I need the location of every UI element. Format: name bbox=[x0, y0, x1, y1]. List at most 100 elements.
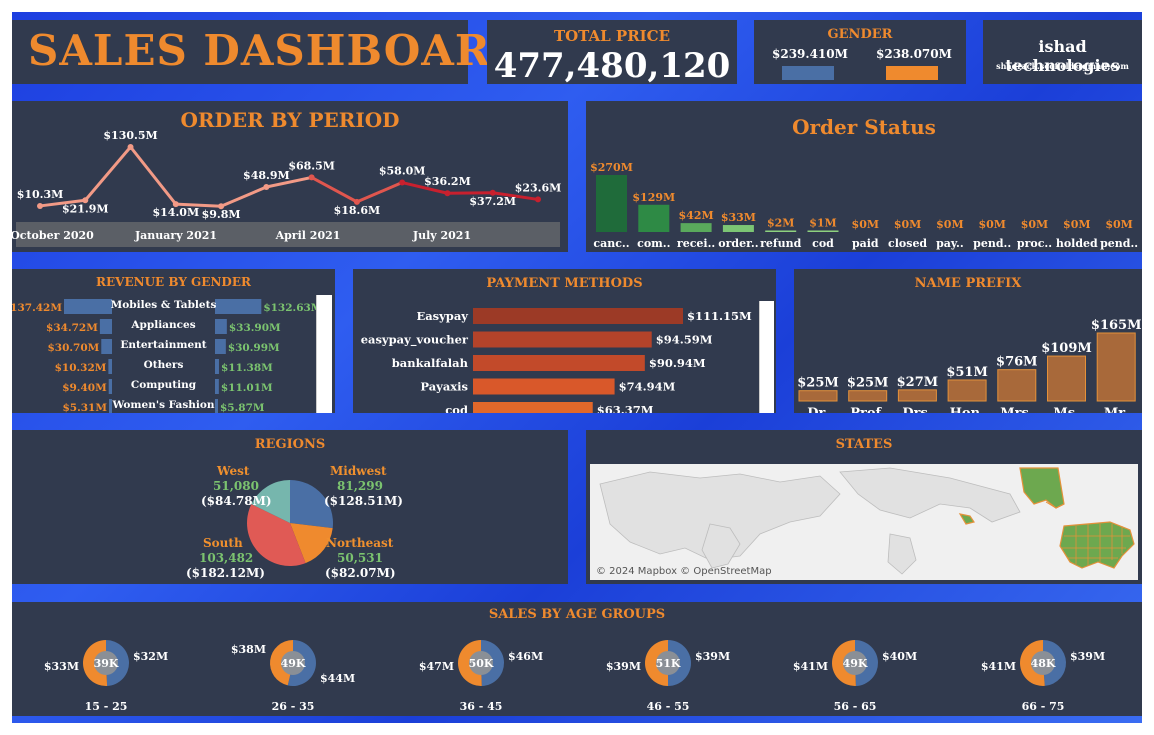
revenue-left-bar bbox=[101, 339, 112, 354]
period-data-label: $37.2M bbox=[469, 195, 516, 208]
age-right-label: $46M bbox=[508, 650, 543, 663]
revenue-left-bar bbox=[108, 359, 112, 374]
region-northeast-name: Northeast bbox=[326, 536, 394, 550]
prefix-bar bbox=[798, 390, 838, 402]
region-south-count: 103,482 bbox=[199, 551, 254, 565]
age-left-label: $33M bbox=[44, 660, 79, 673]
revenue-right-bar bbox=[215, 339, 226, 354]
total-price-card[interactable]: TOTAL PRICE 477,480,120 bbox=[487, 20, 737, 86]
status-bar bbox=[807, 230, 839, 232]
revenue-right-label: $5.87M bbox=[220, 402, 265, 413]
prefix-category-label: Hon. bbox=[950, 406, 985, 413]
age-range-label: 15 - 25 bbox=[85, 700, 128, 713]
gender-left-bar bbox=[782, 66, 834, 80]
region-west-name: West bbox=[217, 464, 250, 478]
period-data-label: $58.0M bbox=[379, 165, 426, 178]
gender-left-value: $239.410M bbox=[772, 47, 848, 61]
period-point bbox=[263, 184, 270, 191]
order-by-period-panel[interactable]: ORDER BY PERIOD $10.3M $21.9M $130.5M $14.0… bbox=[12, 101, 568, 252]
prefix-category-label: Drs. bbox=[902, 406, 932, 413]
revenue-right-label: $30.99M bbox=[228, 342, 280, 354]
payment-scrollbar[interactable] bbox=[759, 301, 774, 413]
revenue-category-label: Mobiles & Tablets bbox=[111, 299, 217, 311]
states-panel[interactable]: STATES © 2024 Mapbox © OpenStreetMap bbox=[586, 430, 1142, 584]
payment-value-label: $63.37M bbox=[597, 403, 654, 413]
status-category-label: pay.. bbox=[936, 237, 964, 250]
prefix-category-label: Mrs. bbox=[1000, 406, 1033, 413]
revenue-by-gender-panel[interactable]: REVENUE BY GENDER $137.42M$132.63MMobile… bbox=[12, 269, 335, 413]
status-bar bbox=[638, 204, 670, 232]
name-prefix-chart: $25M Dr. $25M Prof. $27M Drs. $51M Hon. $76M Mrs.… bbox=[797, 318, 1141, 413]
name-prefix-panel[interactable]: NAME PREFIX $25MDr.$25MProf.$27MDrs.$51M… bbox=[794, 269, 1142, 413]
age-left-label: $41M bbox=[981, 660, 1016, 673]
status-bar bbox=[596, 175, 627, 232]
prefix-bar bbox=[997, 369, 1037, 402]
age-right-label: $39M bbox=[1070, 650, 1105, 663]
prefix-category-label: Ms. bbox=[1053, 406, 1079, 413]
age-left-label: $38M bbox=[231, 643, 266, 656]
dashboard-canvas: SALES DASHBOARD TOTAL PRICE 477,480,120 … bbox=[12, 12, 1142, 723]
status-value-label: $0M bbox=[978, 218, 1005, 231]
map-attribution[interactable]: © 2024 Mapbox © OpenStreetMap bbox=[596, 566, 772, 577]
period-data-label: $10.3M bbox=[17, 188, 64, 201]
period-axis-label: October 2020 bbox=[12, 229, 94, 242]
revenue-right-label: $33.90M bbox=[229, 322, 281, 334]
status-value-label: $33M bbox=[721, 211, 756, 224]
age-center-label: 51K bbox=[656, 657, 681, 670]
revenue-right-label: $11.38M bbox=[221, 362, 273, 374]
status-value-label: $0M bbox=[1063, 218, 1090, 231]
period-point bbox=[37, 202, 43, 209]
status-bar bbox=[722, 225, 754, 232]
region-west-amount: ($84.78M) bbox=[201, 494, 272, 508]
period-axis-label: January 2021 bbox=[134, 229, 217, 242]
payment-methods-chart: Easypay $111.15M easypay_voucher $94.59M ban… bbox=[361, 308, 752, 413]
states-title: STATES bbox=[835, 437, 893, 452]
period-line-segment bbox=[220, 185, 267, 208]
payment-value-label: $94.59M bbox=[656, 333, 713, 347]
period-point bbox=[127, 144, 134, 150]
status-value-label: $0M bbox=[1105, 218, 1132, 231]
world-map-image bbox=[599, 467, 1135, 575]
status-category-label: holded bbox=[1056, 237, 1098, 250]
revenue-category-label: Entertainment bbox=[120, 339, 206, 351]
company-email: shadrack.scofield@gmail.com bbox=[996, 61, 1129, 71]
regions-panel[interactable]: REGIONS West 51,080 ($84.78M) Midwest 81… bbox=[12, 430, 568, 584]
states-map[interactable]: © 2024 Mapbox © OpenStreetMap bbox=[590, 464, 1138, 580]
period-axis-label: April 2021 bbox=[275, 229, 341, 242]
prefix-bar bbox=[947, 379, 987, 402]
age-groups-panel[interactable]: SALES BY AGE GROUPS 39K $33M $32M 15 - 25 49… bbox=[12, 602, 1142, 716]
period-line-segment bbox=[84, 146, 132, 202]
payment-category-label: Payaxis bbox=[420, 380, 468, 394]
prefix-bar bbox=[848, 390, 888, 402]
revenue-scrollbar[interactable] bbox=[316, 295, 332, 413]
region-northeast-amount: ($82.07M) bbox=[325, 566, 396, 580]
revenue-left-bar bbox=[99, 319, 112, 334]
total-price-label: TOTAL PRICE bbox=[553, 27, 671, 45]
prefix-category-label: Dr. bbox=[807, 406, 828, 413]
revenue-left-label: $5.31M bbox=[62, 402, 107, 413]
order-status-panel[interactable]: Order Status $270M canc.. $129M com.. $42M re… bbox=[586, 101, 1142, 252]
age-right-label: $40M bbox=[882, 650, 917, 663]
age-center-label: 48K bbox=[1031, 657, 1056, 670]
gender-card[interactable]: GENDER $239.410M $238.070M bbox=[754, 20, 966, 84]
period-point bbox=[444, 190, 451, 197]
age-right-label: $32M bbox=[133, 650, 168, 663]
age-groups-chart: 39K $33M $32M 15 - 25 49K $38M $44M 26 - 35 50K $… bbox=[44, 640, 1105, 713]
revenue-left-label: $9.40M bbox=[62, 382, 107, 394]
prefix-value-label: $25M bbox=[847, 376, 889, 391]
period-data-label: $130.5M bbox=[103, 129, 157, 142]
status-category-label: order.. bbox=[718, 237, 758, 250]
status-category-label: paid bbox=[852, 237, 879, 250]
age-range-label: 46 - 55 bbox=[647, 700, 690, 713]
age-range-label: 26 - 35 bbox=[272, 700, 315, 713]
payment-methods-panel[interactable]: PAYMENT METHODS Easypay $111.15M easypay_v… bbox=[353, 269, 776, 413]
region-midwest-name: Midwest bbox=[330, 464, 387, 478]
age-center-label: 50K bbox=[469, 657, 494, 670]
payment-value-label: $90.94M bbox=[649, 356, 706, 370]
prefix-bar bbox=[897, 389, 937, 402]
age-center-label: 49K bbox=[843, 657, 868, 670]
revenue-left-label: $137.42M bbox=[12, 302, 62, 314]
status-bar bbox=[680, 223, 712, 232]
age-left-label: $39M bbox=[606, 660, 641, 673]
revenue-left-label: $10.32M bbox=[55, 362, 107, 374]
